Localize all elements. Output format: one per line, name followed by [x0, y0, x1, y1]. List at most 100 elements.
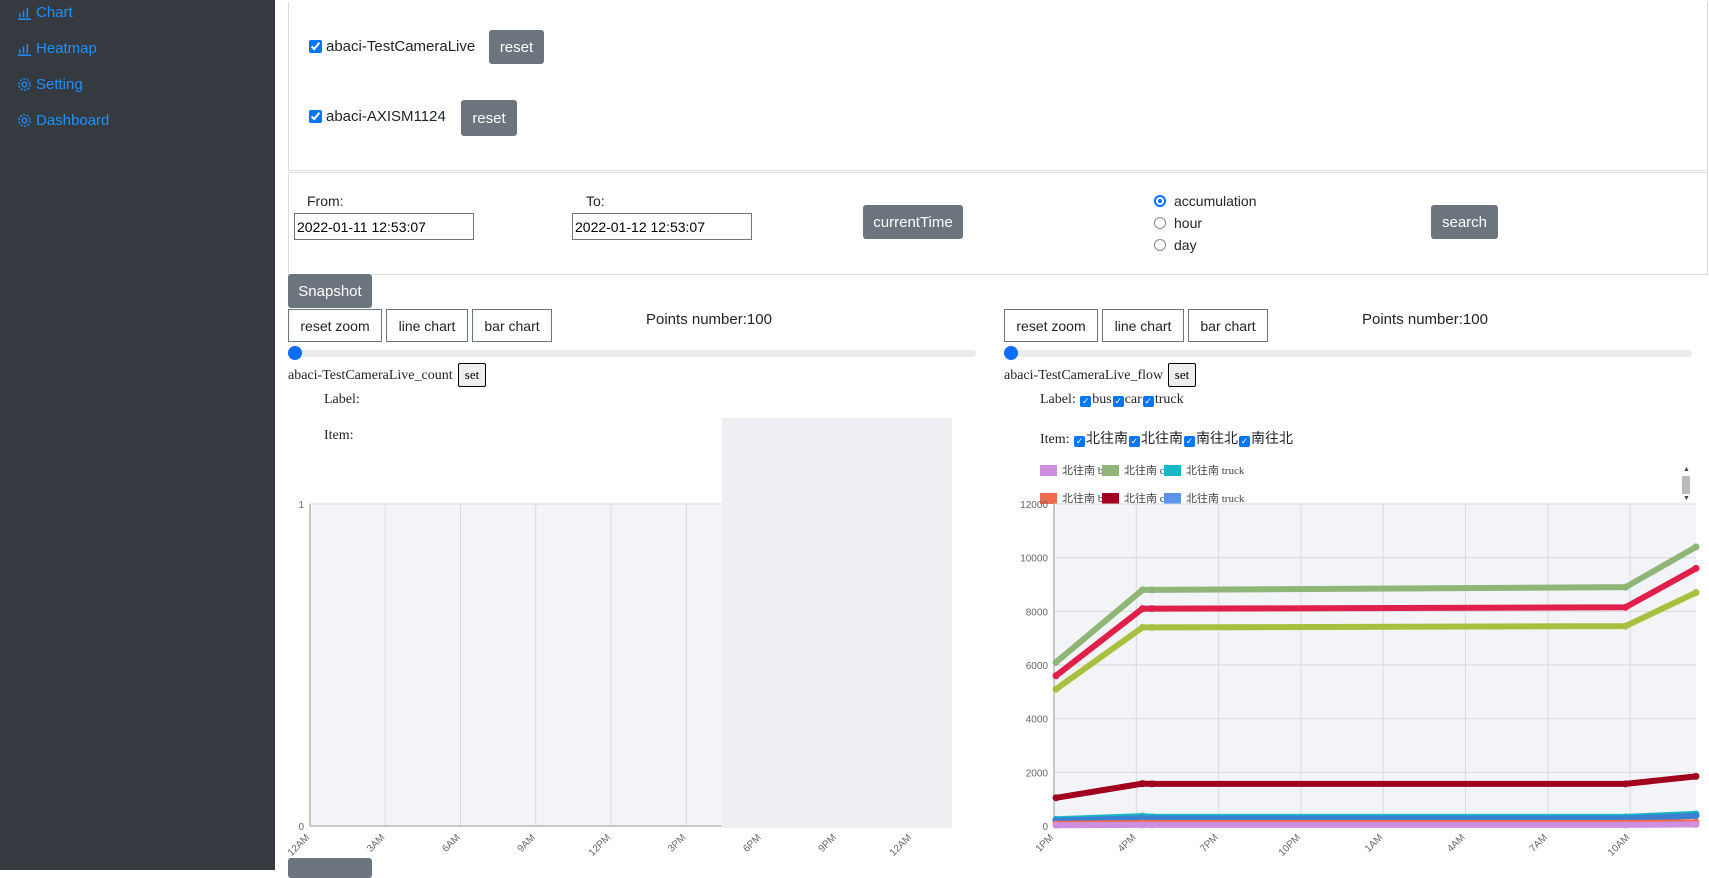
- checkbox-car[interactable]: ✓: [1112, 396, 1124, 407]
- sidebar-item-setting[interactable]: Setting: [17, 76, 83, 93]
- sidebar-item-dashboard[interactable]: Dashboard: [17, 112, 109, 129]
- x-tick-label: 3PM: [666, 832, 688, 854]
- reset-button[interactable]: reset: [461, 100, 517, 136]
- label-option: car: [1124, 392, 1142, 407]
- x-tick-label: 12PM: [587, 832, 613, 858]
- sidebar: Chart Heatmap Setting Dashboard: [0, 0, 275, 870]
- bar-chart-button[interactable]: bar chart: [472, 309, 552, 342]
- sidebar-item-label: Heatmap: [36, 40, 97, 57]
- snapshot-button-2[interactable]: [288, 858, 372, 878]
- checkbox-item[interactable]: ✓: [1184, 436, 1196, 447]
- x-tick-label: 7AM: [1528, 832, 1550, 854]
- mode-hour-radio[interactable]: hour: [1154, 215, 1202, 231]
- checkbox-truck[interactable]: ✓: [1142, 396, 1154, 407]
- data-point[interactable]: [1692, 812, 1700, 820]
- item-option: 北往南: [1086, 432, 1129, 447]
- radio-circle[interactable]: [1154, 195, 1166, 207]
- legend-swatch[interactable]: [1040, 465, 1057, 476]
- points-number-text: Points number:100: [1362, 311, 1488, 328]
- data-point[interactable]: [1622, 780, 1630, 788]
- data-point[interactable]: [1138, 605, 1146, 613]
- reset-zoom-button[interactable]: reset zoom: [288, 309, 382, 342]
- sidebar-item-label: Chart: [36, 4, 73, 21]
- legend-label[interactable]: 北往南 truck: [1186, 465, 1244, 477]
- line-chart-button[interactable]: line chart: [386, 309, 468, 342]
- reset-button[interactable]: reset: [489, 30, 544, 64]
- flow-line-chart[interactable]: 1PM 4PM 7PM 10PM 1AM 4AM 7AM 10AM 12000 10000 8000…: [1004, 490, 1708, 870]
- data-point[interactable]: [1148, 780, 1156, 788]
- points-slider[interactable]: [1004, 346, 1692, 360]
- sidebar-item-chart[interactable]: Chart: [17, 4, 73, 21]
- data-point[interactable]: [1622, 603, 1630, 611]
- y-tick-label: 0: [1042, 822, 1048, 833]
- checkbox-item[interactable]: ✓: [1074, 436, 1086, 447]
- filter-panel: From: To: currentTime accumulation hour …: [288, 172, 1708, 275]
- data-point[interactable]: [1148, 605, 1156, 613]
- data-point[interactable]: [1138, 821, 1146, 829]
- sidebar-item-heatmap[interactable]: Heatmap: [17, 40, 97, 57]
- camera-panel: abaci-TestCameraLive reset abaci-AXISM11…: [288, 2, 1708, 171]
- radio-label: hour: [1174, 215, 1203, 231]
- data-point[interactable]: [1622, 821, 1630, 829]
- bar-chart-button[interactable]: bar chart: [1188, 309, 1268, 342]
- data-point[interactable]: [1622, 583, 1630, 591]
- points-slider[interactable]: [288, 346, 976, 360]
- data-point[interactable]: [1052, 685, 1060, 693]
- x-tick-label: 6AM: [440, 832, 462, 854]
- checkbox-bus[interactable]: ✓: [1080, 396, 1092, 407]
- set-button[interactable]: set: [458, 363, 486, 387]
- snapshot-button[interactable]: Snapshot: [288, 274, 372, 308]
- checkbox-item[interactable]: ✓: [1239, 436, 1251, 447]
- mode-accumulation-radio[interactable]: accumulation: [1154, 193, 1257, 209]
- x-tick-label: 9PM: [817, 832, 839, 854]
- x-tick-label: 9AM: [516, 832, 538, 854]
- radio-circle[interactable]: [1154, 239, 1166, 251]
- gear-icon: [18, 114, 31, 127]
- search-button[interactable]: search: [1431, 205, 1498, 239]
- data-point[interactable]: [1692, 564, 1700, 572]
- set-button[interactable]: set: [1168, 363, 1196, 387]
- data-point[interactable]: [1692, 772, 1700, 780]
- data-point[interactable]: [1148, 821, 1156, 829]
- x-tick-label: 12AM: [888, 832, 914, 858]
- data-point[interactable]: [1052, 821, 1060, 829]
- checkbox-item[interactable]: ✓: [1129, 436, 1141, 447]
- legend-swatch[interactable]: [1164, 465, 1181, 476]
- y-tick-label: 4000: [1026, 715, 1049, 726]
- sidebar-item-label: Dashboard: [36, 112, 110, 129]
- data-point[interactable]: [1692, 820, 1700, 828]
- camera-checkbox-2[interactable]: abaci-AXISM1124: [309, 108, 446, 125]
- reset-zoom-button[interactable]: reset zoom: [1004, 309, 1098, 342]
- data-point[interactable]: [1622, 622, 1630, 630]
- label-filter-row: Label: ✓ bus ✓ car ✓ truck: [1040, 392, 1184, 408]
- main-content: abaci-TestCameraLive reset abaci-AXISM11…: [275, 0, 1709, 878]
- to-input[interactable]: [572, 213, 752, 240]
- data-point[interactable]: [1052, 672, 1060, 680]
- camera-checkbox-input[interactable]: [309, 110, 322, 123]
- camera-checkbox-1[interactable]: abaci-TestCameraLive: [309, 38, 475, 55]
- count-line-chart[interactable]: 12AM 3AM 6AM 9AM 12PM 3PM 6PM 9PM 12AM 1 0: [288, 410, 978, 870]
- from-input[interactable]: [294, 213, 474, 240]
- radio-label: accumulation: [1174, 193, 1257, 209]
- data-point[interactable]: [1692, 543, 1700, 551]
- camera-checkbox-input[interactable]: [309, 40, 322, 53]
- data-point[interactable]: [1692, 589, 1700, 597]
- data-point[interactable]: [1138, 623, 1146, 631]
- y-tick-label: 2000: [1026, 768, 1049, 779]
- radio-circle[interactable]: [1154, 217, 1166, 229]
- data-point[interactable]: [1052, 658, 1060, 666]
- radio-label: day: [1174, 237, 1197, 253]
- line-chart-button[interactable]: line chart: [1102, 309, 1184, 342]
- mode-day-radio[interactable]: day: [1154, 237, 1197, 253]
- data-point[interactable]: [1148, 623, 1156, 631]
- to-label: To:: [586, 193, 605, 209]
- data-point[interactable]: [1138, 780, 1146, 788]
- current-time-button[interactable]: currentTime: [863, 205, 963, 239]
- data-point[interactable]: [1148, 586, 1156, 594]
- legend-swatch[interactable]: [1102, 465, 1119, 476]
- data-point[interactable]: [1138, 586, 1146, 594]
- chart-title: abaci-TestCameraLive_count: [288, 368, 453, 383]
- slider-handle[interactable]: [1004, 346, 1018, 360]
- data-point[interactable]: [1052, 794, 1060, 802]
- slider-handle[interactable]: [288, 346, 302, 360]
